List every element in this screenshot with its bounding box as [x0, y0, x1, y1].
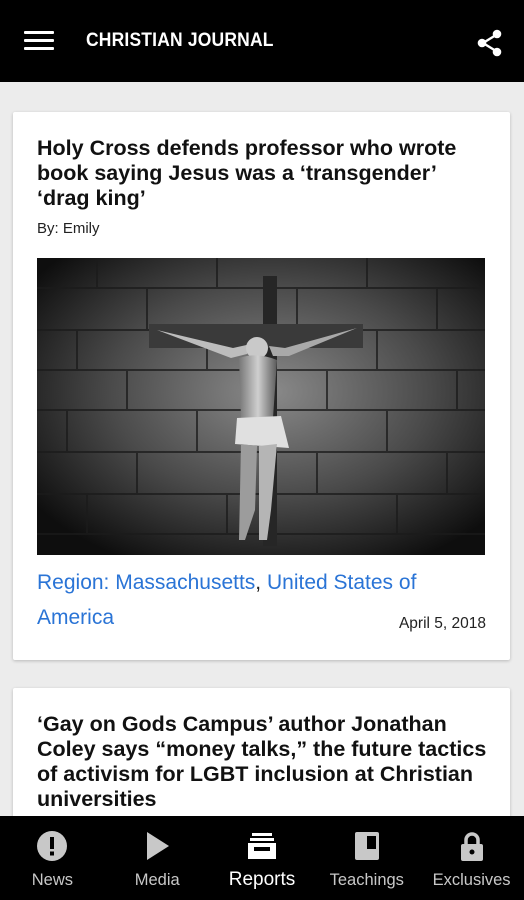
- play-icon: [147, 832, 170, 860]
- nav-item-news[interactable]: News: [0, 816, 105, 900]
- nav-item-media[interactable]: Media: [105, 816, 210, 900]
- article-feed[interactable]: Holy Cross defends professor who wrote b…: [0, 82, 524, 816]
- nav-label: Teachings: [329, 871, 404, 889]
- bottom-navigation: News Media Reports Teachings Exclusives: [0, 816, 524, 900]
- share-icon: [477, 29, 502, 57]
- nav-item-teachings[interactable]: Teachings: [314, 816, 419, 900]
- menu-icon-line: [24, 31, 54, 34]
- inbox-stack-icon: [247, 833, 276, 859]
- region-link-massachusetts[interactable]: Region: Massachusetts: [37, 571, 255, 594]
- article-card[interactable]: ‘Gay on Gods Campus’ author Jonathan Col…: [13, 688, 510, 816]
- article-date: April 5, 2018: [398, 615, 486, 632]
- share-button[interactable]: [474, 27, 506, 59]
- menu-icon-line: [24, 47, 54, 50]
- nav-label: News: [31, 871, 74, 889]
- menu-button[interactable]: [24, 31, 54, 53]
- nav-label: Exclusives: [432, 871, 511, 889]
- lock-icon: [460, 832, 483, 861]
- book-icon: [354, 832, 379, 860]
- article-card[interactable]: Holy Cross defends professor who wrote b…: [13, 112, 510, 660]
- menu-icon-line: [24, 39, 54, 42]
- nav-label: Reports: [228, 869, 296, 890]
- alert-circle-icon: [37, 831, 68, 861]
- app-bar: CHRISTIAN JOURNAL: [0, 0, 524, 82]
- nav-item-exclusives[interactable]: Exclusives: [419, 816, 524, 900]
- region-separator: ,: [255, 571, 262, 594]
- article-byline: By: Emily: [37, 220, 100, 237]
- nav-label: Media: [134, 871, 180, 889]
- article-image[interactable]: [37, 258, 485, 555]
- article-headline[interactable]: ‘Gay on Gods Campus’ author Jonathan Col…: [37, 712, 487, 812]
- app-title: CHRISTIAN JOURNAL: [86, 30, 274, 51]
- article-headline[interactable]: Holy Cross defends professor who wrote b…: [37, 136, 487, 211]
- crucifix-photo: [37, 258, 485, 555]
- nav-item-reports[interactable]: Reports: [210, 816, 315, 900]
